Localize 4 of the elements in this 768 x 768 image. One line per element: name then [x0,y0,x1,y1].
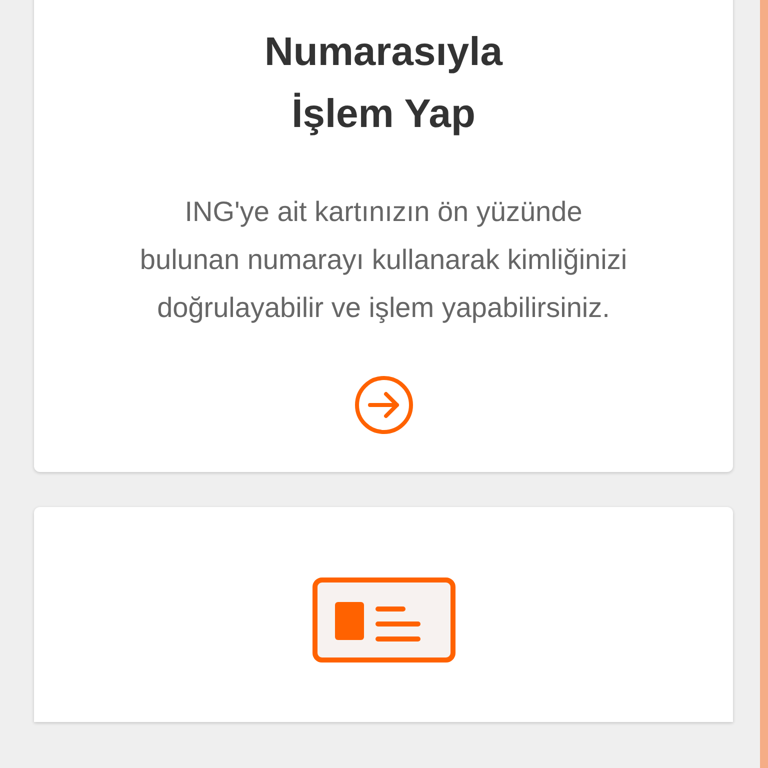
arrow-right-icon[interactable] [354,375,414,435]
card-description: ING'ye ait kartınızın ön yüzünde bulunan numarayı kullanarak kimliğinizi doğrulayabilir ve işlem yapabilirsiniz. [138,195,628,325]
id-card-icon [312,577,456,663]
card-title: Numarasıyla İşlem Yap [264,29,504,138]
